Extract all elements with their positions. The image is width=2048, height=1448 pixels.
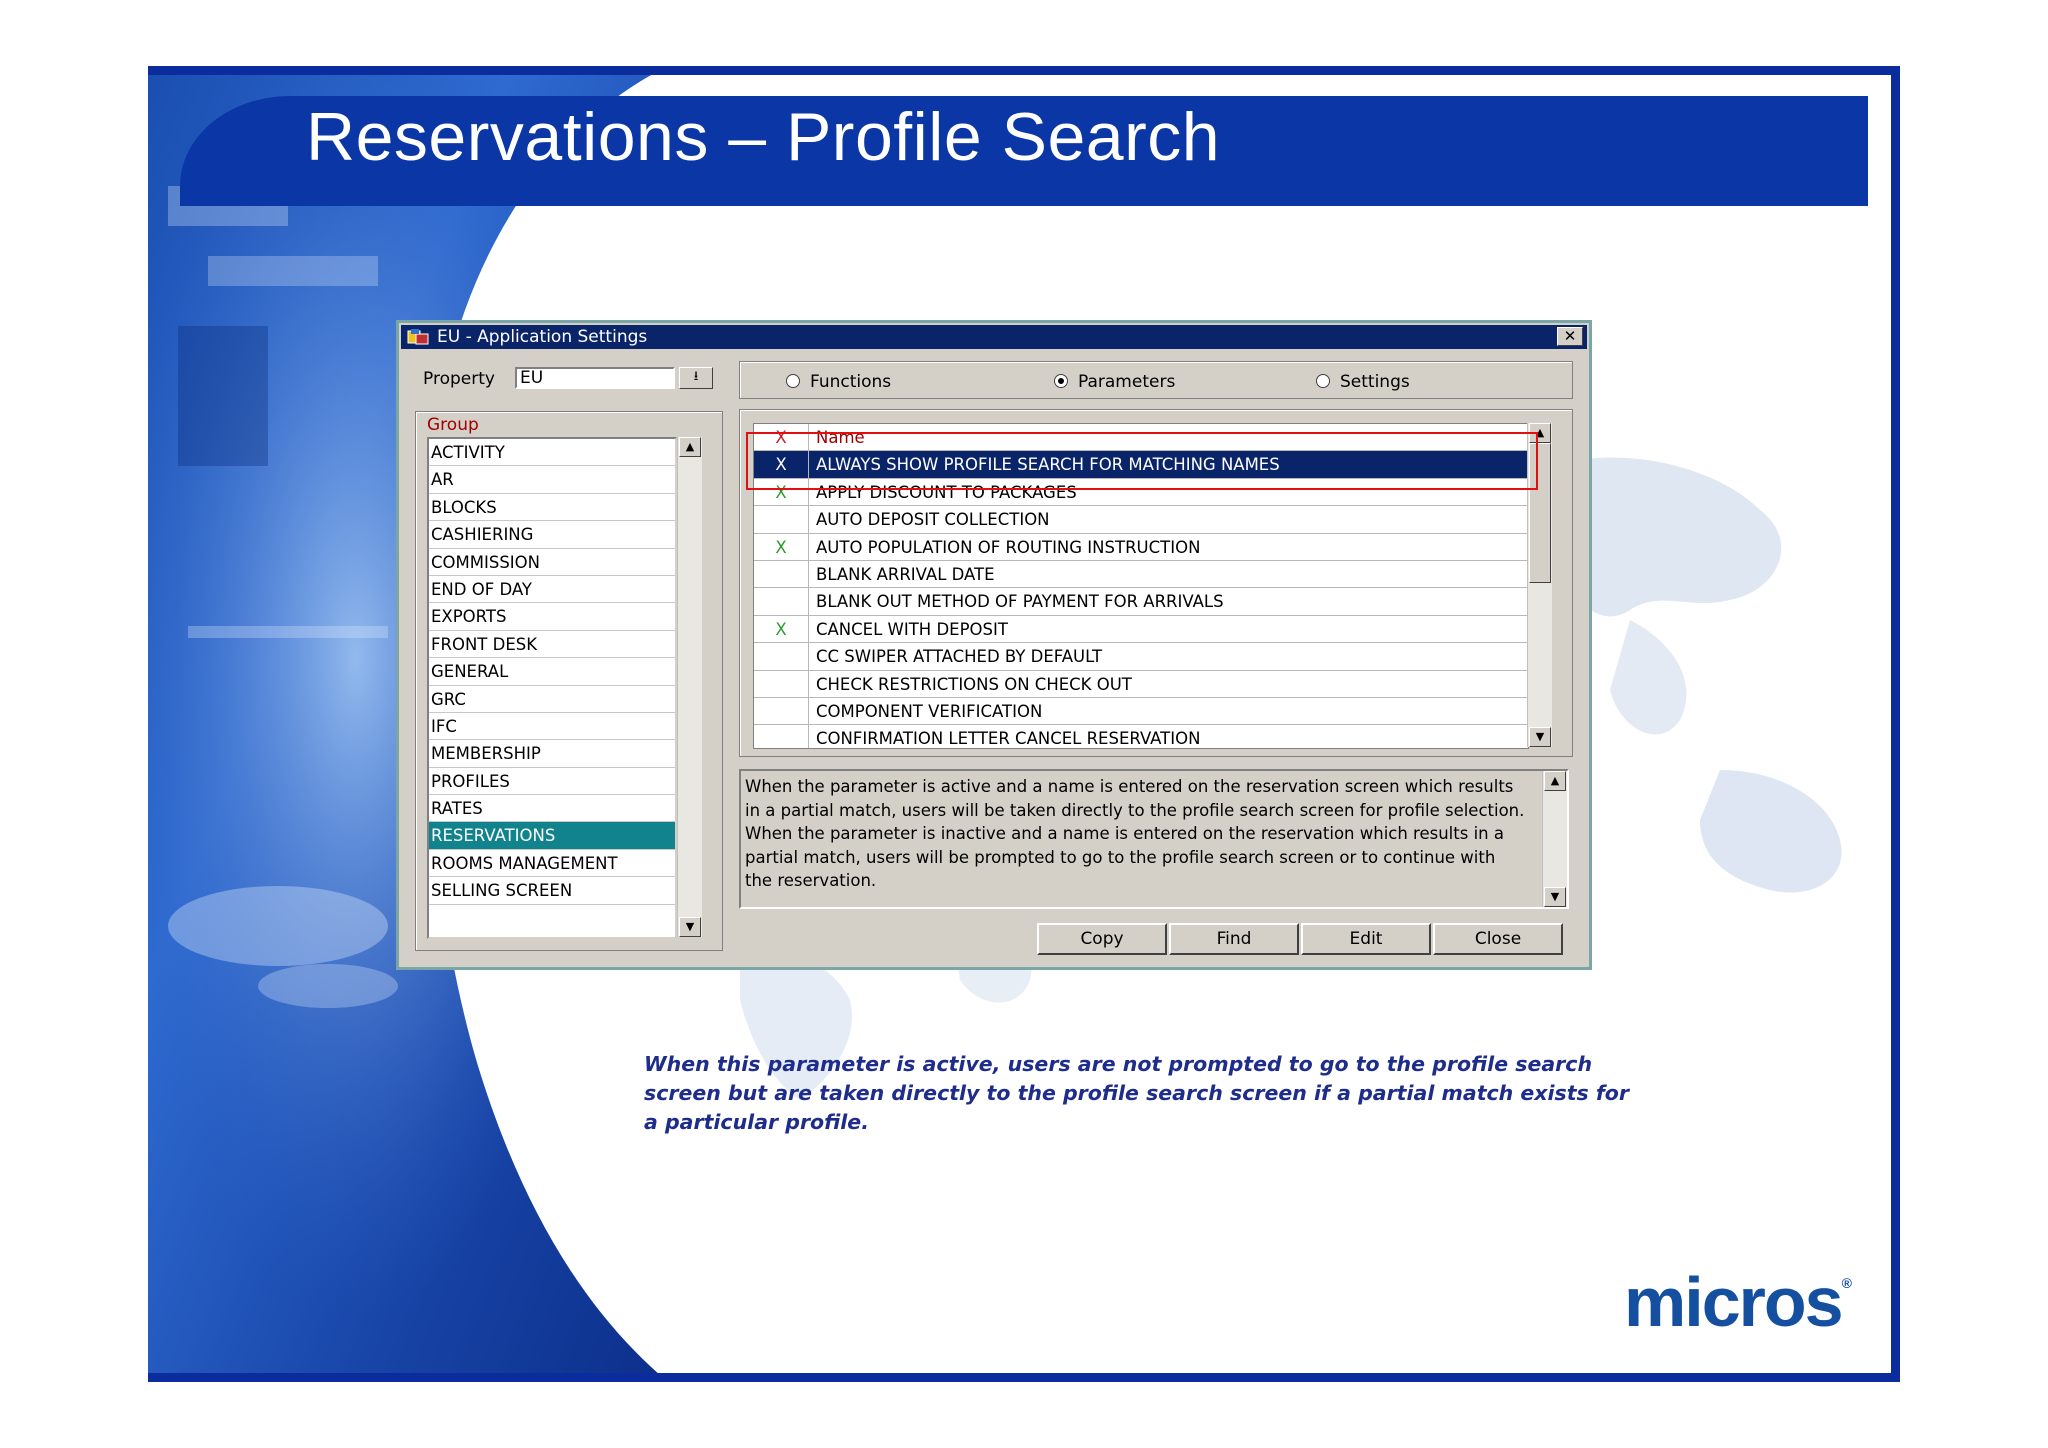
radio-parameters-label: Parameters	[1078, 372, 1176, 392]
scroll-down-icon[interactable]: ▼	[679, 917, 701, 937]
table-row[interactable]: CC SWIPER ATTACHED BY DEFAULT	[754, 643, 1528, 671]
group-item[interactable]: MEMBERSHIP	[429, 740, 675, 768]
row-name: BLANK OUT METHOD OF PAYMENT FOR ARRIVALS	[816, 592, 1224, 612]
row-check[interactable]	[754, 643, 809, 670]
scroll-up-icon[interactable]: ▲	[1544, 771, 1566, 791]
group-item[interactable]: IFC	[429, 713, 675, 741]
group-scrollbar[interactable]: ▲ ▼	[677, 437, 702, 937]
description-box: When the parameter is active and a name …	[739, 769, 1569, 909]
radio-functions-circle[interactable]	[786, 374, 800, 388]
group-item[interactable]: ROOMS MANAGEMENT	[429, 850, 675, 878]
dialog-title: EU - Application Settings	[437, 327, 648, 347]
edit-button[interactable]: Edit	[1301, 923, 1431, 955]
micros-logo: micros®	[1624, 1262, 1852, 1342]
row-check[interactable]: X	[754, 533, 809, 560]
group-item[interactable]: EXPORTS	[429, 603, 675, 631]
find-button[interactable]: Find	[1169, 923, 1299, 955]
group-item[interactable]: GRC	[429, 686, 675, 713]
application-settings-dialog: EU - Application Settings ✕ Property EU …	[396, 320, 1592, 970]
group-item[interactable]: CASHIERING	[429, 521, 675, 549]
group-title: Group	[427, 415, 479, 435]
group-item[interactable]: RATES	[429, 795, 675, 823]
group-item[interactable]: AR	[429, 466, 675, 494]
property-input[interactable]: EU	[515, 367, 675, 389]
row-check[interactable]	[754, 670, 809, 697]
table-row[interactable]: BLANK ARRIVAL DATE	[754, 561, 1528, 589]
table-row[interactable]: BLANK OUT METHOD OF PAYMENT FOR ARRIVALS	[754, 588, 1528, 616]
row-name: COMPONENT VERIFICATION	[816, 702, 1043, 721]
highlight-annotation-box	[746, 432, 1538, 490]
group-item[interactable]: COMMISSION	[429, 549, 675, 576]
scroll-down-icon[interactable]: ▼	[1529, 727, 1551, 747]
row-name: CHECK RESTRICTIONS ON CHECK OUT	[816, 674, 1132, 694]
group-list: ACTIVITY AR BLOCKS CASHIERING COMMISSION END …	[427, 437, 677, 939]
scroll-up-icon[interactable]: ▲	[679, 437, 701, 457]
radio-settings[interactable]: Settings	[1316, 372, 1410, 392]
row-name: CONFIRMATION LETTER CANCEL RESERVATION	[816, 729, 1201, 749]
close-icon[interactable]: ✕	[1557, 327, 1583, 346]
radio-settings-circle[interactable]	[1316, 374, 1330, 388]
group-item[interactable]: END OF DAY	[429, 576, 675, 604]
radio-parameters[interactable]: Parameters	[1054, 372, 1175, 392]
page-title: Reservations – Profile Search	[306, 99, 1221, 175]
row-name: CANCEL WITH DEPOSIT	[816, 619, 1008, 639]
radio-functions-label: Functions	[810, 372, 892, 392]
row-check[interactable]	[754, 725, 809, 748]
group-item[interactable]: PROFILES	[429, 768, 675, 796]
property-label: Property	[423, 369, 495, 389]
row-check[interactable]	[754, 588, 809, 615]
table-row[interactable]: CONFIRMATION LETTER CANCEL RESERVATION	[754, 725, 1528, 749]
app-icon	[407, 329, 429, 345]
group-item[interactable]: BLOCKS	[429, 494, 675, 522]
copy-button[interactable]: Copy	[1037, 923, 1167, 955]
radio-settings-label: Settings	[1340, 372, 1410, 392]
description-text: When the parameter is active and a name …	[745, 777, 1525, 890]
row-name: AUTO DEPOSIT COLLECTION	[816, 510, 1050, 530]
group-item[interactable]: RESERVATIONS	[429, 822, 675, 850]
row-check[interactable]: X	[754, 615, 809, 643]
row-check[interactable]	[754, 561, 809, 588]
slide-caption: When this parameter is active, users are…	[644, 1052, 1629, 1134]
row-name: BLANK ARRIVAL DATE	[816, 565, 995, 584]
table-row[interactable]: COMPONENT VERIFICATION	[754, 698, 1528, 726]
table-row[interactable]: AUTO DEPOSIT COLLECTION	[754, 506, 1528, 534]
radio-parameters-circle[interactable]	[1054, 374, 1068, 388]
group-item[interactable]: GENERAL	[429, 658, 675, 686]
row-name: AUTO POPULATION OF ROUTING INSTRUCTION	[816, 537, 1201, 557]
logo-registered-mark: ®	[1841, 1275, 1852, 1291]
radio-functions[interactable]: Functions	[786, 372, 891, 392]
close-button[interactable]: Close	[1433, 923, 1563, 955]
row-name: CC SWIPER ATTACHED BY DEFAULT	[816, 647, 1103, 667]
group-item[interactable]: FRONT DESK	[429, 631, 675, 659]
row-check[interactable]	[754, 506, 809, 533]
table-row[interactable]: X CANCEL WITH DEPOSIT	[754, 615, 1528, 644]
row-check[interactable]	[754, 698, 809, 725]
view-mode-group: Functions Parameters Settings	[739, 361, 1573, 399]
group-item[interactable]: ACTIVITY	[429, 439, 675, 467]
property-dropdown-icon[interactable]: ⭳	[679, 367, 713, 389]
description-scrollbar[interactable]: ▲ ▼	[1542, 771, 1567, 907]
dialog-titlebar[interactable]: EU - Application Settings ✕	[401, 325, 1587, 349]
group-item[interactable]: SELLING SCREEN	[429, 877, 675, 905]
group-items: ACTIVITY AR BLOCKS CASHIERING COMMISSION END …	[429, 439, 675, 905]
table-row[interactable]: CHECK RESTRICTIONS ON CHECK OUT	[754, 670, 1528, 698]
logo-text: micros	[1624, 1263, 1844, 1341]
table-row[interactable]: X AUTO POPULATION OF ROUTING INSTRUCTION	[754, 533, 1528, 561]
scroll-down-icon[interactable]: ▼	[1544, 887, 1566, 907]
